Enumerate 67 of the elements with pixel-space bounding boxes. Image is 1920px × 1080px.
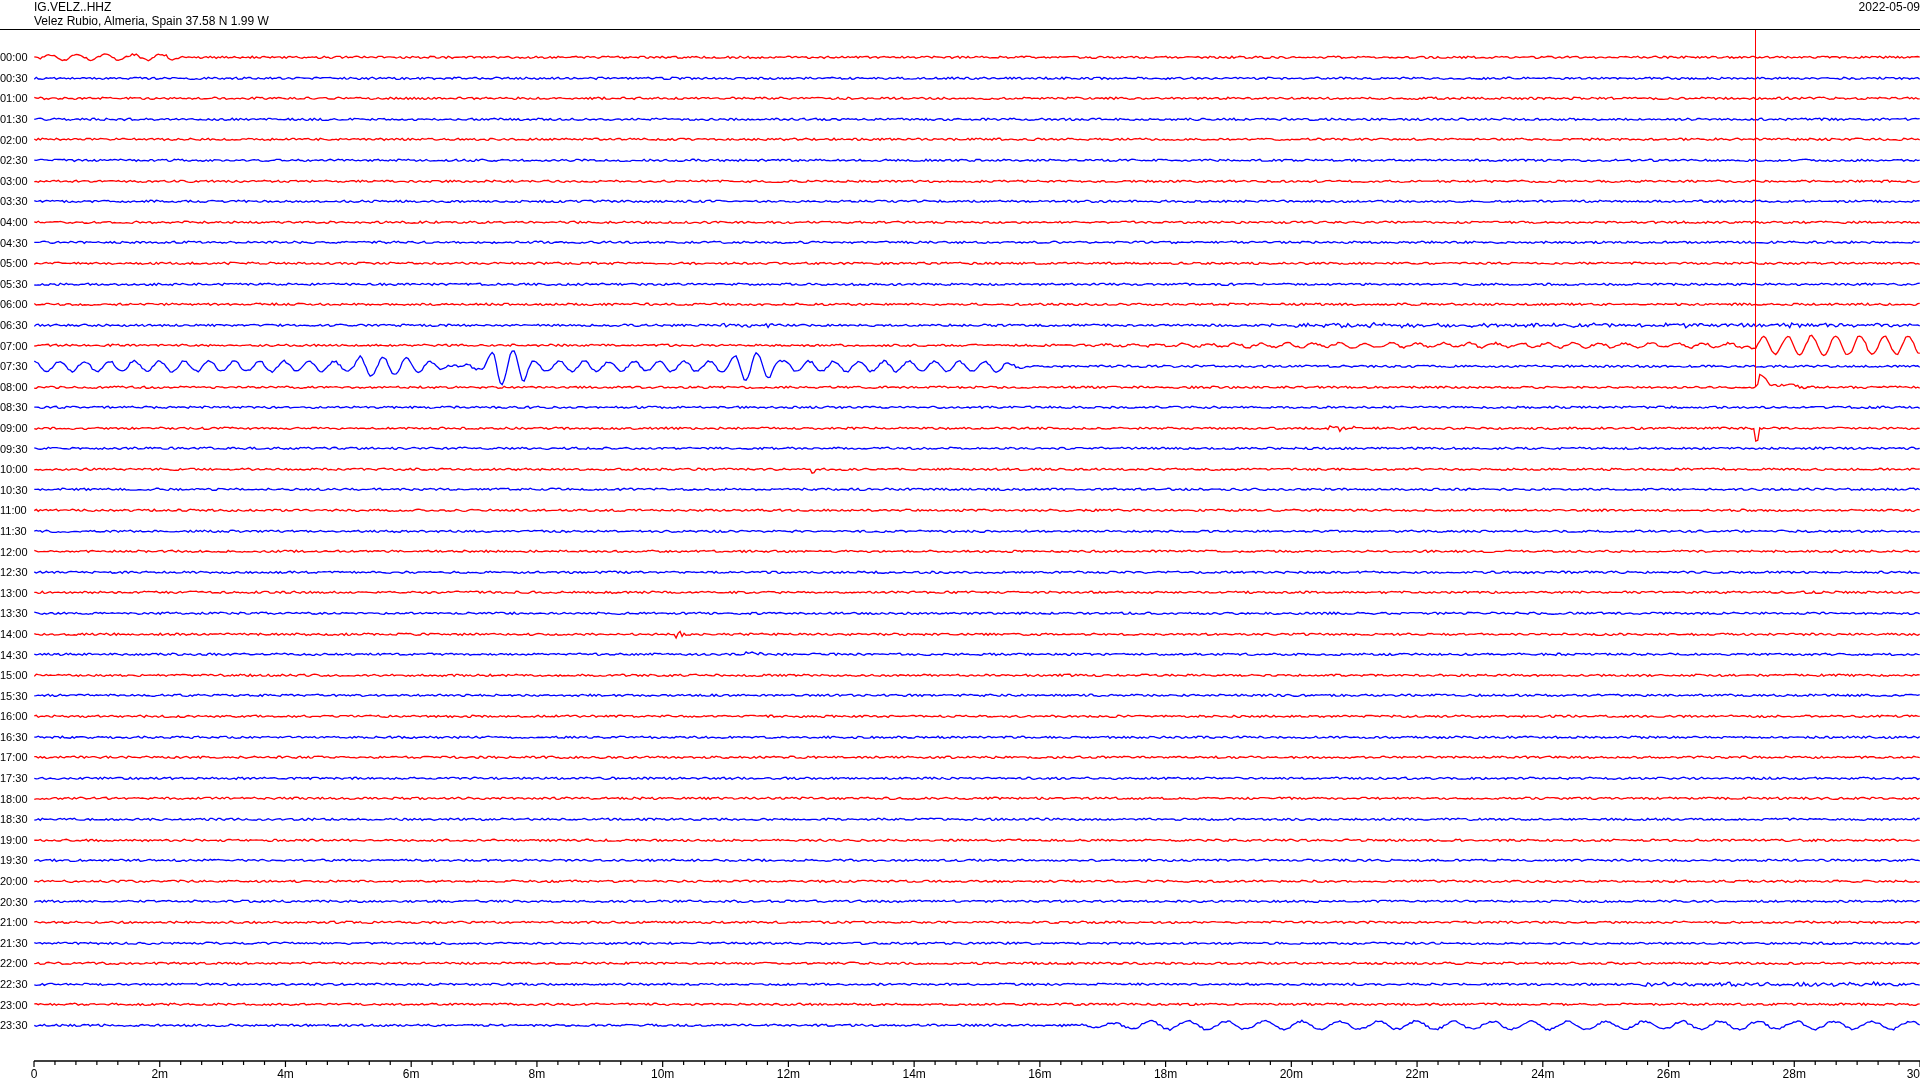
axis-tick-label: 6m <box>402 1067 420 1080</box>
time-label: 02:00 <box>0 133 29 146</box>
time-label: 01:30 <box>0 113 29 126</box>
axis-tick-label: 8m <box>528 1067 546 1080</box>
time-label: 19:00 <box>0 833 29 846</box>
time-label: 09:00 <box>0 422 29 434</box>
time-label: 16:00 <box>0 710 29 723</box>
axis-tick-label: 28m <box>1782 1067 1806 1080</box>
time-label: 03:30 <box>0 195 29 208</box>
time-label: 05:00 <box>0 257 29 270</box>
time-label: 18:30 <box>0 813 29 826</box>
time-label: 19:30 <box>0 854 29 867</box>
time-label: 03:00 <box>0 174 29 187</box>
axis-tick-label: 22m <box>1405 1067 1429 1080</box>
time-label: 08:30 <box>0 401 29 414</box>
time-label: 16:30 <box>0 730 29 743</box>
axis-tick-label: 18m <box>1153 1067 1178 1080</box>
time-label: 10:30 <box>0 483 29 496</box>
axis-tick-label: 10m <box>651 1067 675 1080</box>
time-label: 10:00 <box>0 463 29 476</box>
time-label: 13:30 <box>0 607 29 620</box>
time-label: 21:30 <box>0 936 29 949</box>
station-code: IG.VELZ..HHZ <box>34 0 113 14</box>
time-label: 07:00 <box>0 339 29 352</box>
axis-tick-label: 24m <box>1531 1067 1555 1080</box>
time-label: 08:00 <box>0 380 29 393</box>
time-label: 14:00 <box>0 627 29 640</box>
time-label: 12:30 <box>0 566 29 579</box>
time-label: 06:30 <box>0 319 29 331</box>
axis-tick-label: 0 <box>30 1067 38 1080</box>
time-label: 05:30 <box>0 277 29 290</box>
time-label: 22:30 <box>0 978 29 990</box>
time-label: 18:00 <box>0 792 29 805</box>
time-label: 17:00 <box>0 751 29 764</box>
time-label: 11:30 <box>0 524 28 537</box>
time-label: 00:30 <box>0 71 29 84</box>
time-label: 09:30 <box>0 442 29 455</box>
time-label: 14:30 <box>0 648 29 661</box>
time-label: 20:00 <box>0 875 29 888</box>
time-label: 22:00 <box>0 957 29 970</box>
axis-tick-label: 26m <box>1656 1067 1681 1080</box>
axis-tick-label: 12m <box>776 1067 801 1080</box>
axis-tick-label: 16m <box>1028 1067 1052 1080</box>
time-label: 13:00 <box>0 586 29 599</box>
axis-tick-label: 14m <box>902 1067 926 1080</box>
axis-tick-label: 4m <box>277 1067 294 1080</box>
time-label: 23:00 <box>0 998 29 1011</box>
time-label: 02:30 <box>0 154 29 167</box>
time-label: 07:30 <box>0 360 29 373</box>
axis-tick-label: 20m <box>1279 1067 1303 1080</box>
plot-date: 2022-05-09 <box>1858 0 1920 16</box>
time-label: 00:00 <box>0 51 29 64</box>
time-label: 12:00 <box>0 545 29 558</box>
axis-tick-label: 2m <box>151 1067 169 1080</box>
time-label: 06:00 <box>0 298 29 311</box>
time-label: 20:30 <box>0 895 29 908</box>
time-label: 15:00 <box>0 669 29 682</box>
time-label: 01:00 <box>0 92 29 105</box>
time-label: 23:30 <box>0 1019 29 1032</box>
axis-tick-label: 30 <box>1906 1067 1920 1080</box>
time-label: 04:00 <box>0 216 29 229</box>
time-label: 21:00 <box>0 916 29 929</box>
time-label: 15:30 <box>0 689 29 702</box>
station-location: Velez Rubio, Almeria, Spain 37.58 N 1.99 W <box>34 14 269 28</box>
time-label: 11:00 <box>0 504 28 517</box>
time-label: 04:30 <box>0 236 29 249</box>
time-label: 17:30 <box>0 772 29 785</box>
